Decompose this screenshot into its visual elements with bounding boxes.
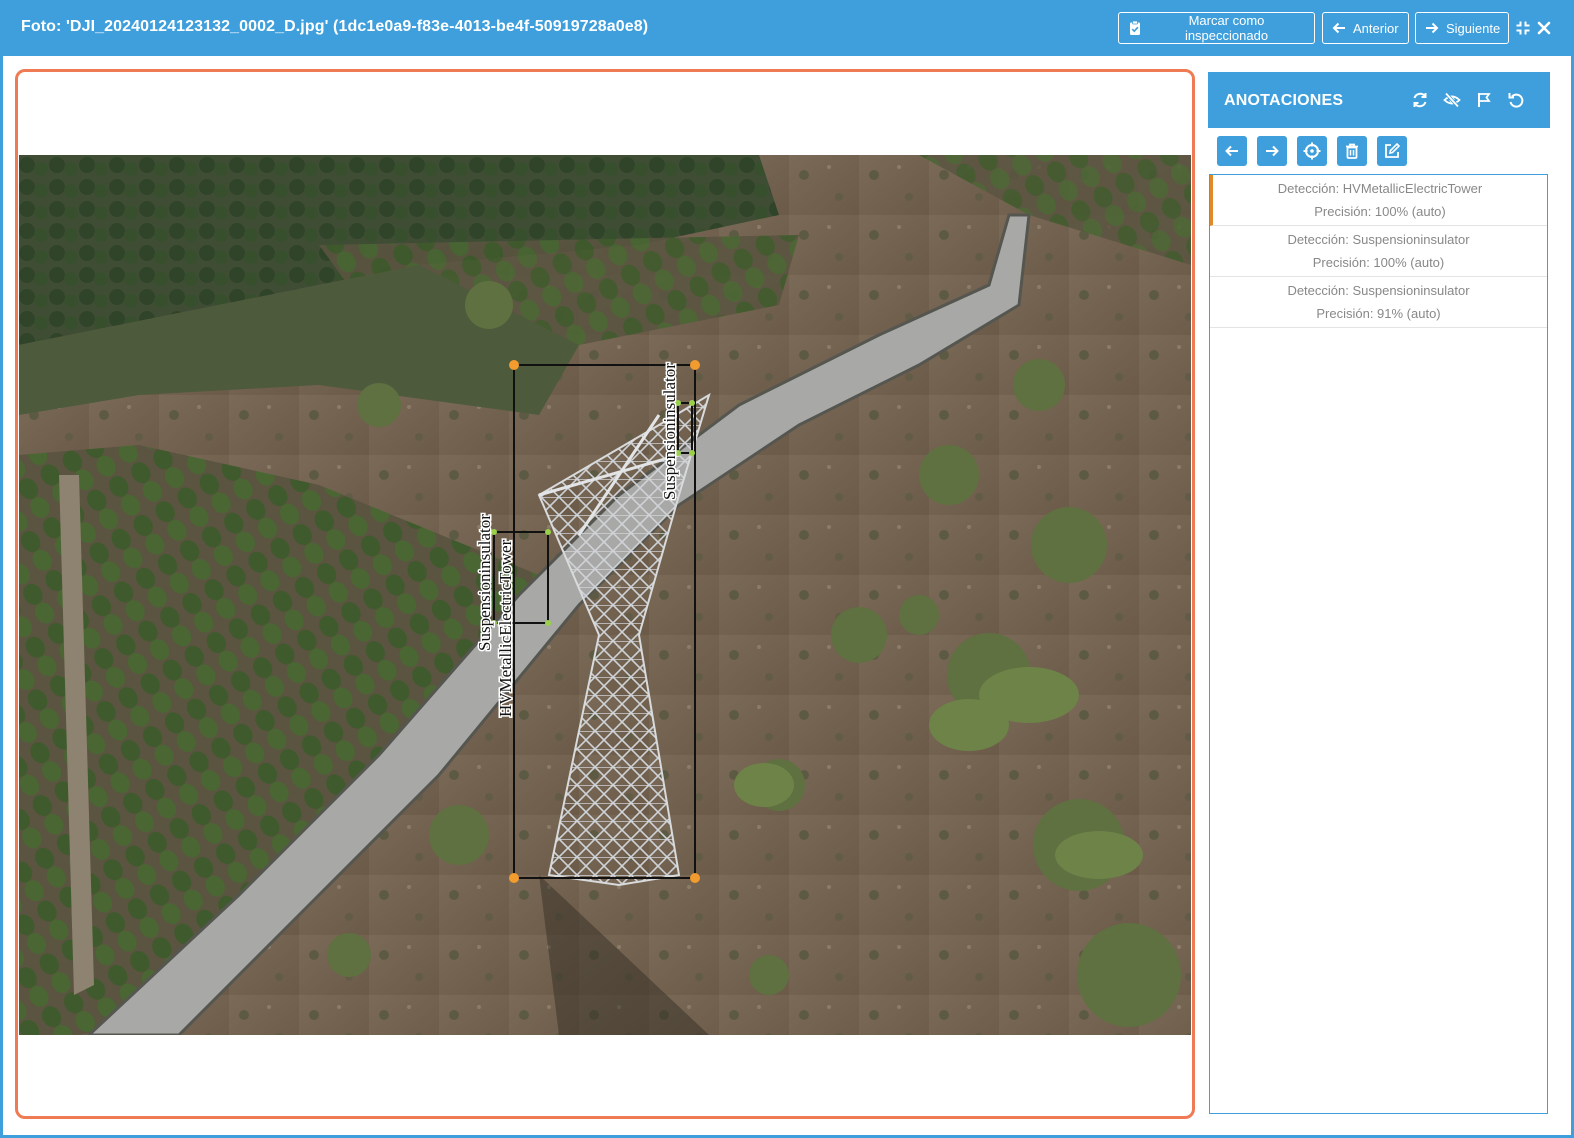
annotation-precision: Precisión: 91% (auto) (1316, 306, 1441, 321)
detection-label-insulator-left: Suspensioninsulator (475, 514, 494, 651)
annotation-detection: Detección: Suspensioninsulator (1287, 283, 1470, 298)
annotation-item[interactable]: Detección: Suspensioninsulator Precisión… (1210, 226, 1547, 277)
edit-icon (1385, 142, 1401, 158)
next-label: Siguiente (1446, 20, 1501, 36)
trash-icon (1346, 143, 1358, 159)
annotation-item[interactable]: Detección: Suspensioninsulator Precisión… (1210, 277, 1547, 328)
clipboard-check-icon (1130, 20, 1140, 35)
close-icon[interactable] (1534, 18, 1554, 38)
annotations-title: ANOTACIONES (1224, 92, 1344, 109)
annotation-prev-button[interactable] (1217, 136, 1247, 166)
mark-inspected-label: Marcar como inspeccionado (1184, 13, 1269, 43)
annotation-edit-button[interactable] (1377, 136, 1407, 166)
arrow-right-icon (1426, 22, 1439, 34)
refresh-icon[interactable] (1406, 86, 1434, 114)
annotation-precision: Precisión: 100% (auto) (1314, 204, 1446, 219)
image-viewer[interactable]: HVMetallicElectricTower Suspensioninsula… (15, 69, 1195, 1119)
previous-button[interactable]: Anterior (1322, 12, 1409, 44)
annotation-locate-button[interactable] (1297, 136, 1327, 166)
annotation-precision: Precisión: 100% (auto) (1312, 255, 1445, 270)
annotation-delete-button[interactable] (1337, 136, 1367, 166)
eye-slash-icon[interactable] (1438, 86, 1466, 114)
annotations-list: Detección: HVMetallicElectricTower Preci… (1209, 174, 1548, 1114)
annotation-detection: Detección: Suspensioninsulator (1287, 232, 1470, 247)
annotations-header: ANOTACIONES (1208, 72, 1550, 128)
arrow-left-icon (1225, 145, 1238, 157)
detection-label-insulator-right: Suspensioninsulator (660, 363, 679, 500)
annotation-next-button[interactable] (1257, 136, 1287, 166)
mark-inspected-button[interactable]: Marcar como inspeccionado (1118, 12, 1315, 44)
photo-title: Foto: 'DJI_20240124123132_0002_D.jpg' (1… (21, 18, 649, 35)
undo-icon[interactable] (1502, 86, 1530, 114)
next-button[interactable]: Siguiente (1415, 12, 1509, 44)
arrow-left-icon (1332, 22, 1345, 34)
detection-label-tower: HVMetallicElectricTower (496, 539, 515, 717)
collapse-icon[interactable] (1513, 18, 1533, 38)
previous-label: Anterior (1353, 20, 1399, 36)
annotation-detection: Detección: HVMetallicElectricTower (1277, 181, 1483, 196)
annotation-item[interactable]: Detección: HVMetallicElectricTower Preci… (1210, 175, 1547, 226)
flag-icon[interactable] (1470, 86, 1498, 114)
arrow-right-icon (1266, 145, 1279, 157)
crosshair-icon (1303, 142, 1321, 160)
aerial-photo[interactable]: HVMetallicElectricTower Suspensioninsula… (19, 155, 1191, 1035)
dialog-header: Foto: 'DJI_20240124123132_0002_D.jpg' (1… (0, 0, 1574, 56)
